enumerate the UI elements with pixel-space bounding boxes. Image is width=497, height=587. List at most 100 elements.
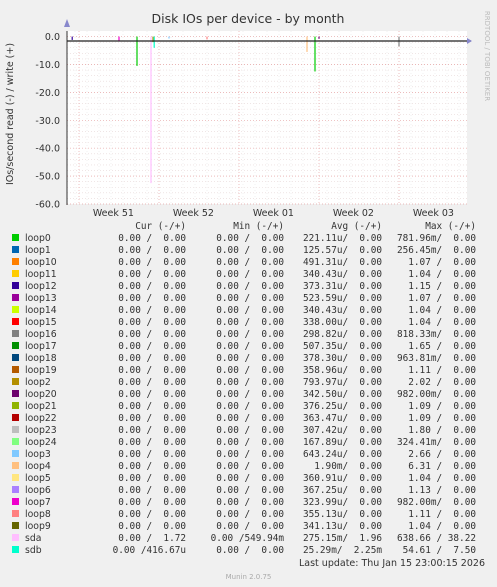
legend-swatch bbox=[12, 246, 19, 253]
legend-swatch bbox=[12, 450, 19, 457]
legend-min-value: 0.00 / 0.00 bbox=[216, 281, 284, 292]
legend-cur-value: 0.00 / 0.00 bbox=[118, 317, 186, 328]
legend-max-value: 6.31 / 0.00 bbox=[408, 461, 476, 472]
legend-row: loop23 0.00 / 0.00 0.00 / 0.00 307.42u/ 0.0… bbox=[12, 425, 476, 437]
legend-swatch bbox=[12, 342, 19, 349]
legend-avg-value: 355.13u/ 0.00 bbox=[302, 509, 382, 520]
x-axis-ticks: Week 51 Week 52 Week 01 Week 02 Week 03 bbox=[93, 208, 454, 219]
legend-row: loop7 0.00 / 0.00 0.00 / 0.00 323.99u/ 0.00… bbox=[12, 497, 476, 509]
legend-series-name: loop23 bbox=[12, 425, 96, 437]
legend-series-name: loop14 bbox=[12, 305, 96, 317]
legend-max-value: 1.09 / 0.00 bbox=[408, 401, 476, 412]
legend-series-name: loop24 bbox=[12, 437, 96, 449]
legend-max-value: 1.80 / 0.00 bbox=[408, 425, 476, 436]
y-tick-label: -60.0 bbox=[35, 200, 60, 211]
legend-series-name: loop18 bbox=[12, 353, 96, 365]
y-tick-label: -40.0 bbox=[35, 144, 60, 155]
legend-avg-value: 523.59u/ 0.00 bbox=[302, 293, 382, 304]
legend-series-name: loop4 bbox=[12, 461, 96, 473]
legend-avg-value: 125.57u/ 0.00 bbox=[302, 245, 382, 256]
legend-swatch bbox=[12, 282, 19, 289]
legend-swatch bbox=[12, 486, 19, 493]
legend-row: loop8 0.00 / 0.00 0.00 / 0.00 355.13u/ 0.00… bbox=[12, 509, 476, 521]
legend-min-value: 0.00 / 0.00 bbox=[216, 461, 284, 472]
legend-series-name: loop6 bbox=[12, 485, 96, 497]
legend-max-value: 1.11 / 0.00 bbox=[408, 365, 476, 376]
legend-avg-value: 221.11u/ 0.00 bbox=[302, 233, 382, 244]
x-tick-label: Week 51 bbox=[93, 208, 134, 219]
legend-series-name: loop3 bbox=[12, 449, 96, 461]
legend-series-name: loop11 bbox=[12, 269, 96, 281]
legend-avg-value: 378.30u/ 0.00 bbox=[302, 353, 382, 364]
legend-max-value: 1.15 / 0.00 bbox=[408, 281, 476, 292]
legend-swatch bbox=[12, 366, 19, 373]
legend-series-name: loop22 bbox=[12, 413, 96, 425]
header-max: Max (-/+) bbox=[425, 221, 476, 232]
legend-cur-value: 0.00 / 0.00 bbox=[118, 437, 186, 448]
legend-cur-value: 0.00 / 0.00 bbox=[118, 473, 186, 484]
legend-avg-value: 340.43u/ 0.00 bbox=[302, 305, 382, 316]
legend-series-name: loop9 bbox=[12, 521, 96, 533]
legend-swatch bbox=[12, 462, 19, 469]
legend-min-value: 0.00 / 0.00 bbox=[216, 413, 284, 424]
legend-cur-value: 0.00 / 0.00 bbox=[118, 281, 186, 292]
legend-min-value: 0.00 / 0.00 bbox=[216, 389, 284, 400]
legend-series-name: loop7 bbox=[12, 497, 96, 509]
legend-avg-value: 643.24u/ 0.00 bbox=[302, 449, 382, 460]
legend-max-value: 638.66 / 38.22 bbox=[396, 533, 476, 544]
legend-row: loop16 0.00 / 0.00 0.00 / 0.00 298.82u/ 0.0… bbox=[12, 329, 476, 341]
legend-row: loop2 0.00 / 0.00 0.00 / 0.00 793.97u/ 0.00… bbox=[12, 377, 476, 389]
legend-row: loop9 0.00 / 0.00 0.00 / 0.00 341.13u/ 0.00… bbox=[12, 521, 476, 533]
y-tick-label: 0.0 bbox=[45, 32, 60, 43]
x-tick-label: Week 03 bbox=[413, 208, 454, 219]
legend-max-value: 781.96m/ 0.00 bbox=[396, 233, 476, 244]
legend-row: loop14 0.00 / 0.00 0.00 / 0.00 340.43u/ 0.0… bbox=[12, 305, 476, 317]
y-tick-label: -50.0 bbox=[35, 172, 60, 183]
legend-swatch bbox=[12, 510, 19, 517]
legend-header-row: Cur (-/+) Min (-/+) Avg (-/+) Max (-/+) bbox=[12, 221, 476, 233]
legend-swatch bbox=[12, 354, 19, 361]
legend-avg-value: 338.00u/ 0.00 bbox=[302, 317, 382, 328]
legend-cur-value: 0.00 / 0.00 bbox=[118, 389, 186, 400]
legend-max-value: 818.33m/ 0.00 bbox=[396, 329, 476, 340]
legend-swatch bbox=[12, 534, 19, 541]
legend-avg-value: 342.50u/ 0.00 bbox=[302, 389, 382, 400]
legend-series-name: loop12 bbox=[12, 281, 96, 293]
header-cur: Cur (-/+) bbox=[135, 221, 186, 232]
legend-swatch bbox=[12, 438, 19, 445]
legend-avg-value: 373.31u/ 0.00 bbox=[302, 281, 382, 292]
legend-cur-value: 0.00 / 0.00 bbox=[118, 353, 186, 364]
last-update: Last update: Thu Jan 15 23:00:15 2026 bbox=[298, 558, 485, 569]
legend-cur-value: 0.00 / 0.00 bbox=[118, 305, 186, 316]
legend-min-value: 0.00 / 0.00 bbox=[216, 317, 284, 328]
legend-cur-value: 0.00 / 0.00 bbox=[118, 461, 186, 472]
legend-min-value: 0.00 /549.94m bbox=[210, 533, 284, 544]
legend-swatch bbox=[12, 258, 19, 265]
legend-series-name: loop1 bbox=[12, 245, 96, 257]
legend-row: loop20 0.00 / 0.00 0.00 / 0.00 342.50u/ 0.0… bbox=[12, 389, 476, 401]
legend-min-value: 0.00 / 0.00 bbox=[216, 473, 284, 484]
legend-cur-value: 0.00 / 0.00 bbox=[118, 257, 186, 268]
legend-row: loop10 0.00 / 0.00 0.00 / 0.00 491.31u/ 0.0… bbox=[12, 257, 476, 269]
legend-avg-value: 491.31u/ 0.00 bbox=[302, 257, 382, 268]
legend-cur-value: 0.00 / 0.00 bbox=[118, 449, 186, 460]
legend-avg-value: 341.13u/ 0.00 bbox=[302, 521, 382, 532]
legend-max-value: 324.41m/ 0.00 bbox=[396, 437, 476, 448]
legend-series-name: loop15 bbox=[12, 317, 96, 329]
legend-avg-value: 275.15m/ 1.96 bbox=[302, 533, 382, 544]
legend-max-value: 2.02 / 0.00 bbox=[408, 377, 476, 388]
legend-min-value: 0.00 / 0.00 bbox=[216, 545, 284, 556]
legend-series-name: loop17 bbox=[12, 341, 96, 353]
legend-series-name: loop16 bbox=[12, 329, 96, 341]
legend-avg-value: 1.90m/ 0.00 bbox=[314, 461, 382, 472]
legend-max-value: 982.00m/ 0.00 bbox=[396, 497, 476, 508]
legend-max-value: 1.09 / 0.00 bbox=[408, 413, 476, 424]
legend-row: loop4 0.00 / 0.00 0.00 / 0.00 1.90m/ 0.00 6.… bbox=[12, 461, 476, 473]
legend-min-value: 0.00 / 0.00 bbox=[216, 497, 284, 508]
legend-min-value: 0.00 / 0.00 bbox=[216, 485, 284, 496]
legend-cur-value: 0.00 / 1.72 bbox=[118, 533, 186, 544]
legend-min-value: 0.00 / 0.00 bbox=[216, 449, 284, 460]
legend-swatch bbox=[12, 498, 19, 505]
legend-series-name: sda bbox=[12, 533, 96, 545]
legend-row: loop12 0.00 / 0.00 0.00 / 0.00 373.31u/ 0.0… bbox=[12, 281, 476, 293]
